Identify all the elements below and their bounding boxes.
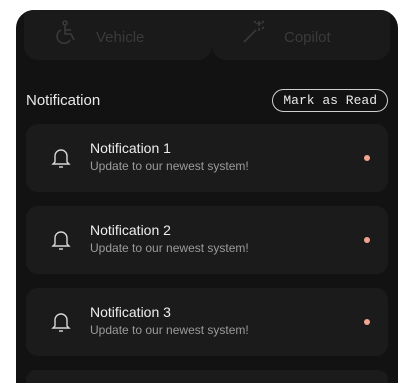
- section-title: Notification: [26, 91, 101, 109]
- tile-label: Copilot: [284, 29, 331, 46]
- quick-tiles: Vehicle Copilot: [16, 10, 398, 60]
- magic-wand-icon: [240, 18, 268, 46]
- notification-list: Notification 1 Update to our newest syst…: [26, 124, 388, 383]
- notification-subtitle: Update to our newest system!: [90, 159, 249, 173]
- notification-item[interactable]: Notification 2 Update to our newest syst…: [26, 206, 388, 274]
- notification-item[interactable]: [26, 370, 388, 383]
- bell-icon: [50, 228, 72, 252]
- mark-as-read-button[interactable]: Mark as Read: [272, 88, 388, 112]
- app-screen: Vehicle Copilot Notification Mark as Rea…: [16, 10, 398, 383]
- notification-subtitle: Update to our newest system!: [90, 241, 249, 255]
- notification-title: Notification 1: [90, 140, 171, 156]
- notification-title: Notification 2: [90, 222, 171, 238]
- bell-icon: [50, 146, 72, 170]
- notification-title: Notification 3: [90, 304, 171, 320]
- tile-copilot[interactable]: Copilot: [212, 10, 390, 60]
- unread-dot: [364, 237, 370, 243]
- notification-subtitle: Update to our newest system!: [90, 323, 249, 337]
- notification-item[interactable]: Notification 3 Update to our newest syst…: [26, 288, 388, 356]
- unread-dot: [364, 155, 370, 161]
- tile-label: Vehicle: [96, 29, 145, 46]
- accessibility-icon: [52, 18, 80, 46]
- tile-vehicle[interactable]: Vehicle: [24, 10, 212, 60]
- bell-icon: [50, 310, 72, 334]
- notification-item[interactable]: Notification 1 Update to our newest syst…: [26, 124, 388, 192]
- notification-header: Notification Mark as Read: [26, 88, 388, 112]
- unread-dot: [364, 319, 370, 325]
